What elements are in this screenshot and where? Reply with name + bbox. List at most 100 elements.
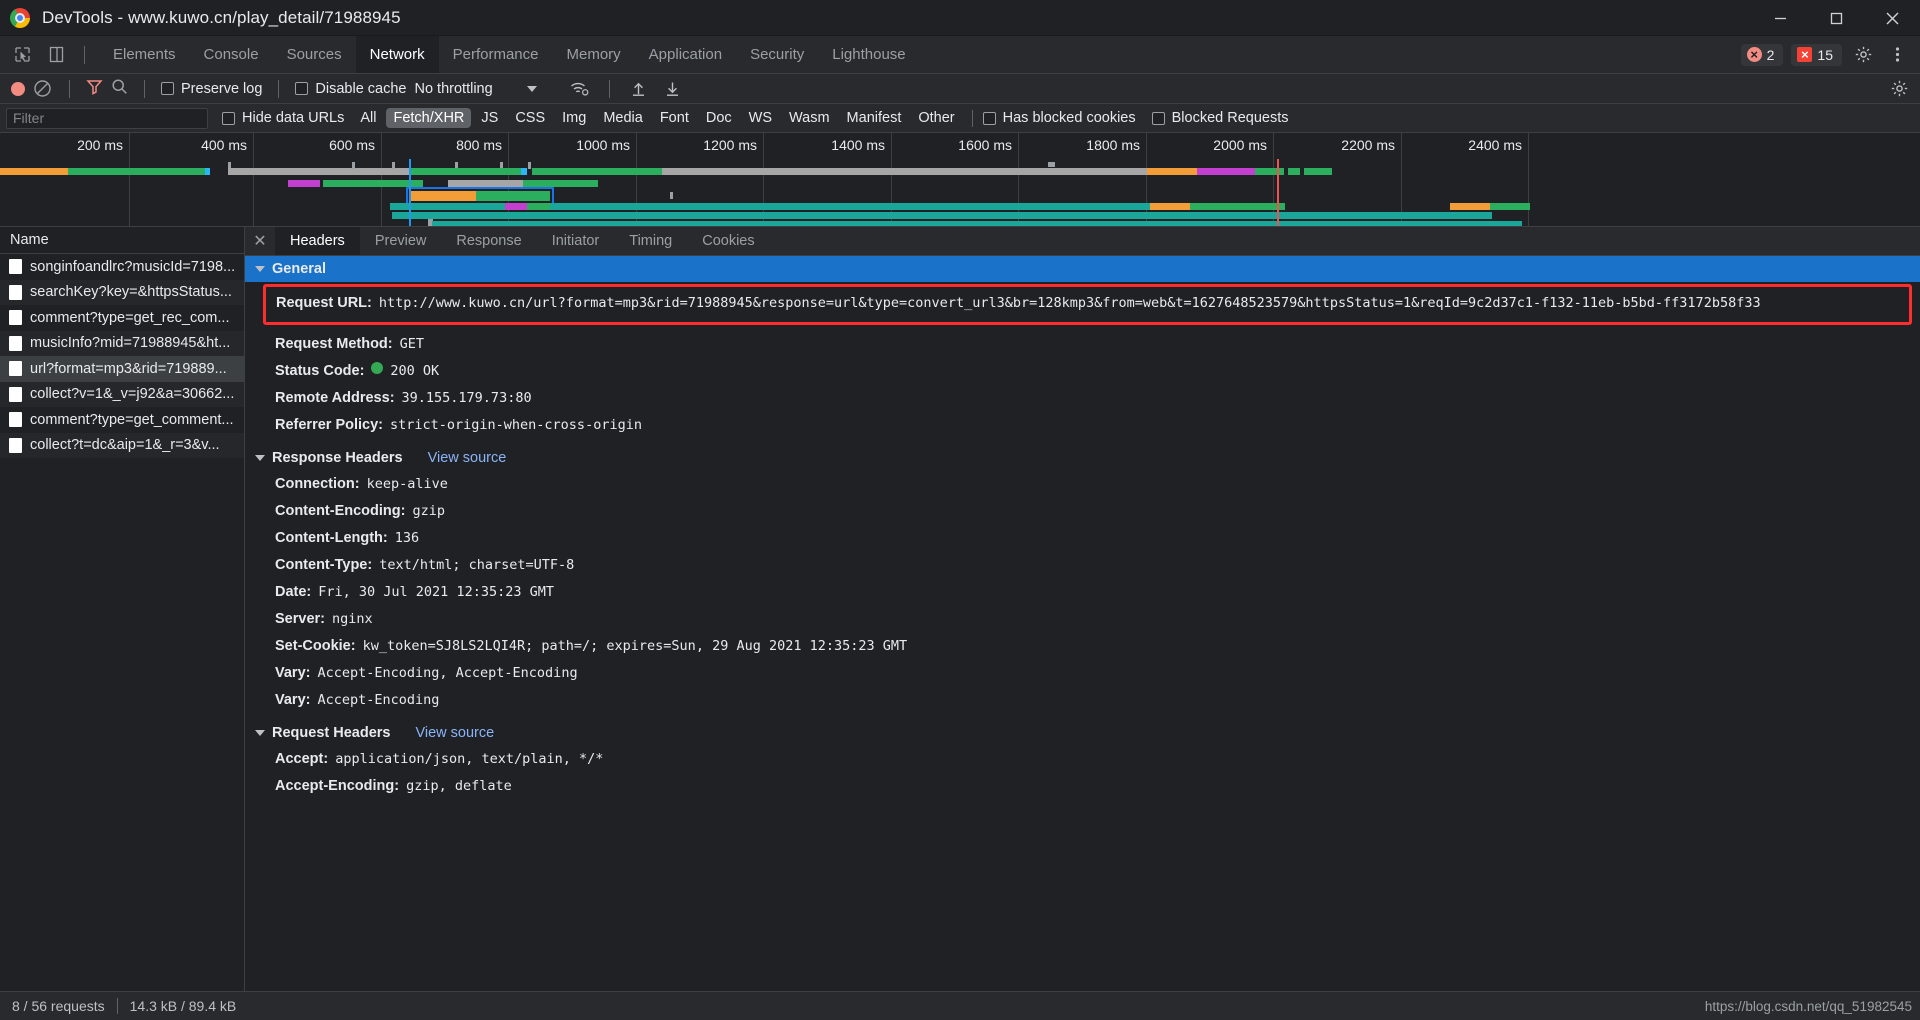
filter-chip-font[interactable]: Font [653, 108, 696, 128]
status-code-key: Status Code: [275, 363, 365, 379]
request-name: url?format=mp3&rid=719889... [30, 360, 227, 377]
tab-cookies[interactable]: Cookies [687, 227, 769, 255]
inspect-cursor-icon[interactable] [8, 41, 36, 69]
request-row-4[interactable]: url?format=mp3&rid=719889... [0, 356, 244, 382]
header-value: gzip [412, 503, 445, 519]
funnel-filter-icon[interactable] [86, 78, 103, 100]
header-key: Vary: [275, 665, 311, 681]
header-value: 136 [394, 530, 420, 546]
close-icon[interactable] [1864, 0, 1920, 36]
tick-label-200ms: 200 ms [77, 137, 123, 153]
response-header-row: Content-Encoding: gzip [245, 498, 1920, 525]
close-icon[interactable]: ✕ [245, 227, 275, 255]
file-icon [9, 412, 22, 428]
throttling-select-label[interactable]: No throttling [414, 81, 492, 97]
filter-chip-img[interactable]: Img [555, 108, 593, 128]
filter-chip-doc[interactable]: Doc [699, 108, 739, 128]
response-header-row: Vary: Accept-Encoding [245, 687, 1920, 714]
more-vertical-icon[interactable] [1884, 42, 1910, 68]
blocked-requests-checkbox[interactable]: Blocked Requests [1151, 110, 1289, 126]
record-stop-icon[interactable] [11, 81, 25, 96]
hide-data-urls-checkbox[interactable]: Hide data URLs [222, 110, 344, 126]
request-name: collect?t=dc&aip=1&_r=3&v... [30, 437, 220, 454]
filter-chip-css[interactable]: CSS [508, 108, 552, 128]
waterfall-bar [532, 168, 1284, 175]
watermark-url: https://blog.csdn.net/qq_51982545 [1704, 998, 1912, 1014]
filter-chip-manifest[interactable]: Manifest [840, 108, 909, 128]
remote-address-row: Remote Address: 39.155.179.73:80 [245, 385, 1920, 412]
tab-memory[interactable]: Memory [553, 36, 635, 73]
export-har-icon[interactable] [660, 76, 686, 102]
filter-chip-js[interactable]: JS [474, 108, 505, 128]
minimize-icon[interactable] [1752, 0, 1808, 36]
tab-security[interactable]: Security [736, 36, 818, 73]
clear-no-entry-icon[interactable] [33, 79, 53, 99]
tab-elements[interactable]: Elements [99, 36, 190, 73]
network-toolbar: Preserve log Disable cache No throttling [0, 74, 1920, 104]
view-source-request[interactable]: View source [415, 725, 494, 741]
filter-chip-fetch-xhr[interactable]: Fetch/XHR [386, 108, 472, 128]
tab-lighthouse[interactable]: Lighthouse [818, 36, 919, 73]
request-row-1[interactable]: searchKey?key=&httpsStatus... [0, 279, 244, 305]
filter-input[interactable] [6, 107, 208, 129]
tab-application[interactable]: Application [635, 36, 736, 73]
request-row-0[interactable]: songinfoandlrc?musicId=7198... [0, 254, 244, 280]
filter-chip-all[interactable]: All [353, 108, 383, 128]
chrome-logo-icon [10, 7, 30, 28]
network-conditions-wifi-icon[interactable] [567, 76, 593, 102]
warning-count-badge[interactable]: 2 [1740, 43, 1784, 66]
toolbar-divider [84, 45, 85, 64]
has-blocked-cookies-label: Has blocked cookies [1002, 110, 1136, 126]
toolbar-divider [69, 79, 70, 98]
request-row-7[interactable]: collect?t=dc&aip=1&_r=3&v... [0, 432, 244, 458]
request-url-highlight-box: Request URL: http://www.kuwo.cn/url?form… [263, 284, 1912, 325]
import-har-icon[interactable] [626, 76, 652, 102]
tab-timing[interactable]: Timing [614, 227, 687, 255]
tab-initiator[interactable]: Initiator [537, 227, 615, 255]
tab-performance[interactable]: Performance [439, 36, 553, 73]
request-row-3[interactable]: musicInfo?mid=71988945&ht... [0, 330, 244, 356]
view-source-response[interactable]: View source [428, 450, 507, 466]
filter-chip-other[interactable]: Other [911, 108, 961, 128]
request-list-header: Name [0, 227, 244, 254]
error-count-badge[interactable]: 15 [1791, 43, 1842, 66]
section-request-headers-title: Request Headers [272, 725, 391, 741]
search-magnifier-icon[interactable] [111, 78, 128, 100]
filter-chip-media[interactable]: Media [596, 108, 650, 128]
network-overview-waterfall[interactable]: 200 ms 400 ms 600 ms 800 ms 1000 ms 1200… [0, 133, 1920, 226]
preserve-log-checkbox[interactable]: Preserve log [161, 81, 262, 97]
chevron-down-icon[interactable] [526, 85, 537, 92]
has-blocked-cookies-checkbox[interactable]: Has blocked cookies [982, 110, 1136, 126]
network-filter-row: Hide data URLs All Fetch/XHR JS CSS Img … [0, 104, 1920, 133]
tab-headers[interactable]: Headers [275, 227, 360, 255]
tick-label-1200ms: 1200 ms [703, 137, 757, 153]
request-url-row: Request URL: http://www.kuwo.cn/url?form… [276, 294, 1899, 313]
filter-chip-ws[interactable]: WS [742, 108, 779, 128]
tab-network[interactable]: Network [355, 36, 439, 73]
tab-console[interactable]: Console [190, 36, 273, 73]
section-request-headers[interactable]: Request Headers View source [245, 720, 1920, 746]
remote-address-value: 39.155.179.73:80 [401, 390, 532, 406]
tab-preview[interactable]: Preview [360, 227, 442, 255]
maximize-icon[interactable] [1808, 0, 1864, 36]
filter-chip-wasm[interactable]: Wasm [782, 108, 837, 128]
gear-icon[interactable] [1886, 76, 1912, 102]
gear-icon[interactable] [1850, 42, 1876, 68]
section-general[interactable]: General [245, 256, 1920, 282]
request-row-2[interactable]: comment?type=get_rec_com... [0, 305, 244, 331]
request-row-5[interactable]: collect?v=1&_v=j92&a=30662... [0, 381, 244, 407]
waterfall-bar [1450, 203, 1530, 210]
file-icon [9, 259, 22, 275]
header-value: keep-alive [366, 476, 448, 492]
header-key: Accept: [275, 751, 329, 767]
tab-sources[interactable]: Sources [273, 36, 356, 73]
disable-cache-checkbox[interactable]: Disable cache [295, 81, 406, 97]
tick-label-1600ms: 1600 ms [958, 137, 1012, 153]
request-row-6[interactable]: comment?type=get_comment... [0, 407, 244, 433]
header-value: application/json, text/plain, */* [335, 751, 604, 767]
section-response-headers[interactable]: Response Headers View source [245, 445, 1920, 471]
response-header-row: Content-Length: 136 [245, 525, 1920, 552]
header-key: Accept-Encoding: [275, 778, 400, 794]
tab-response[interactable]: Response [441, 227, 536, 255]
device-toolbar-icon[interactable] [42, 41, 70, 69]
